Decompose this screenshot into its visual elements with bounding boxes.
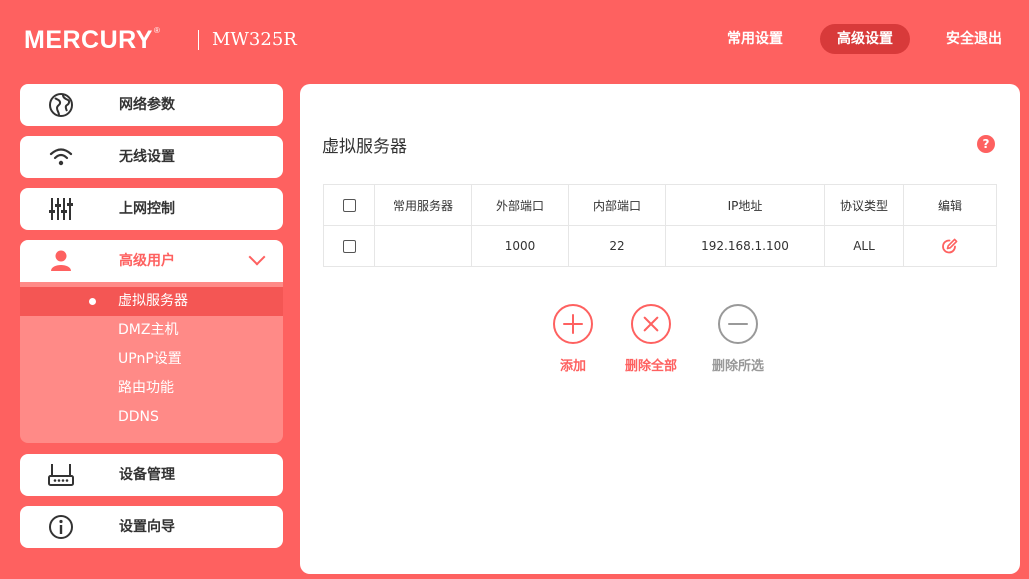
sidebar-item-access-control[interactable]: 上网控制 (20, 188, 283, 230)
delete-selected-button[interactable]: 删除所选 (698, 304, 778, 374)
plus-icon (553, 304, 593, 344)
add-label: 添加 (559, 359, 586, 374)
subitem-label: DMZ主机 (118, 322, 179, 338)
column-header: 常用服务器 (374, 184, 472, 226)
delete-all-button[interactable]: 删除全部 (611, 304, 691, 374)
sidebar-item-label: 设备管理 (119, 467, 175, 483)
internal-port-cell: 22 (568, 225, 666, 267)
globe-icon (49, 93, 73, 117)
external-port-cell: 1000 (471, 225, 569, 267)
select-all-cell (323, 184, 375, 226)
sidebar-item-wireless[interactable]: 无线设置 (20, 136, 283, 178)
sidebar-item-label: 上网控制 (119, 201, 175, 217)
subitem-label: 路由功能 (118, 380, 174, 396)
sidebar-item-advanced-user[interactable]: 高级用户 虚拟服务器 DMZ主机 UPnP设置 路由功能 DDNS (20, 240, 283, 443)
ip-address-cell: 192.168.1.100 (665, 225, 825, 267)
sidebar-item-label: 无线设置 (119, 149, 175, 165)
user-icon (51, 250, 71, 271)
sidebar-item-setup-wizard[interactable]: 设置向导 (20, 506, 283, 548)
sidebar-group-header[interactable]: 高级用户 (20, 240, 283, 282)
header: MERCURY® MW325R 常用设置 高级设置 安全退出 (0, 0, 1029, 80)
edit-cell (903, 225, 997, 267)
minus-icon (718, 304, 758, 344)
page-title: 虚拟服务器 (322, 137, 407, 157)
sidebar-subitem-upnp[interactable]: UPnP设置 (20, 345, 283, 374)
info-icon (49, 515, 73, 539)
row-checkbox[interactable] (342, 240, 356, 253)
sidebar-item-network[interactable]: 网络参数 (20, 84, 283, 126)
select-all-checkbox[interactable] (342, 199, 356, 212)
column-header: 内部端口 (568, 184, 666, 226)
sidebar-subitem-routing[interactable]: 路由功能 (20, 374, 283, 403)
nav-logout[interactable]: 安全退出 (936, 24, 1012, 54)
nav-advanced-settings[interactable]: 高级设置 (820, 24, 910, 54)
sidebar-subitem-virtual-server[interactable]: 虚拟服务器 (20, 287, 283, 316)
row-select-cell (323, 225, 375, 267)
x-icon (631, 304, 671, 344)
model-name: MW325R (212, 29, 297, 50)
sidebar-item-label: 网络参数 (119, 97, 175, 113)
mercury-logo: MERCURY® (24, 26, 161, 54)
sidebar-subitem-ddns[interactable]: DDNS (20, 403, 283, 432)
subitem-label: DDNS (118, 409, 159, 425)
protocol-cell: ALL (824, 225, 904, 267)
delete-all-label: 删除全部 (624, 359, 677, 374)
column-header: 协议类型 (824, 184, 904, 226)
column-header: 编辑 (903, 184, 997, 226)
subitem-label: UPnP设置 (118, 351, 182, 367)
service-cell (374, 225, 472, 267)
column-header: IP地址 (665, 184, 825, 226)
nav-common-settings[interactable]: 常用设置 (715, 24, 795, 54)
table-row: 1000 22 192.168.1.100 ALL (323, 225, 997, 267)
sidebar-item-device-management[interactable]: 设备管理 (20, 454, 283, 496)
help-icon[interactable]: ? (977, 135, 995, 153)
sidebar-item-label: 高级用户 (119, 253, 175, 269)
router-icon (48, 464, 74, 486)
chevron-down-icon (248, 248, 266, 266)
sliders-icon (49, 198, 73, 220)
logo-divider (198, 30, 199, 50)
active-dot-icon (89, 298, 96, 305)
delete-selected-label: 删除所选 (711, 359, 764, 374)
table-header-row: 常用服务器 外部端口 内部端口 IP地址 协议类型 编辑 (323, 184, 997, 226)
sidebar-subitem-dmz[interactable]: DMZ主机 (20, 316, 283, 345)
edit-icon[interactable] (941, 237, 959, 255)
main-panel: 虚拟服务器 ? 常用服务器 外部端口 内部端口 IP地址 协议类型 编辑 100… (300, 84, 1020, 574)
add-button[interactable]: 添加 (533, 304, 613, 374)
wifi-icon (49, 148, 73, 166)
sidebar-item-label: 设置向导 (119, 519, 175, 535)
column-header: 外部端口 (471, 184, 569, 226)
virtual-server-table: 常用服务器 外部端口 内部端口 IP地址 协议类型 编辑 1000 22 192… (323, 184, 997, 267)
subitem-label: 虚拟服务器 (118, 293, 188, 309)
